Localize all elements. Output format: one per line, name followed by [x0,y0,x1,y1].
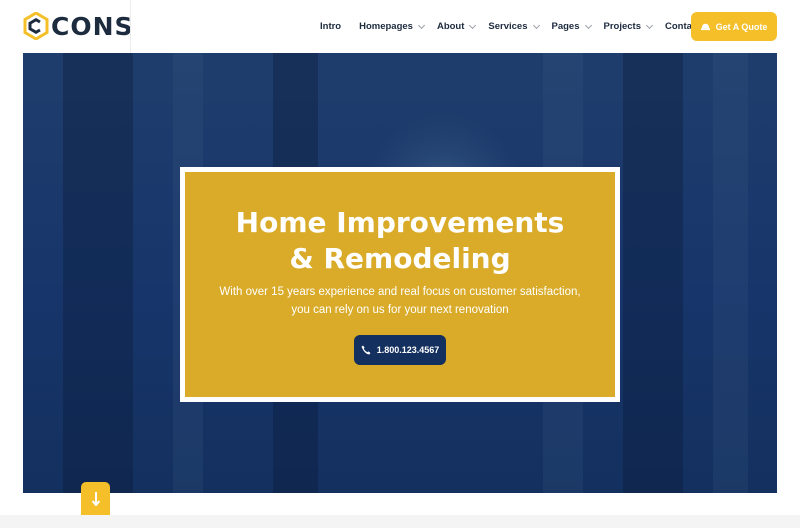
brand-logo[interactable]: CONS [23,10,134,42]
brand-name: CONS [51,11,134,41]
get-a-quote-label: Get A Quote [715,21,768,32]
c-hexagon-logo-icon [23,12,49,40]
chevron-down-icon [645,21,654,29]
nav-item-label: Homepages [359,21,413,32]
page-bottom-band [0,515,800,528]
nav-item-homepages[interactable]: Homepages [359,21,426,32]
chevron-down-icon [417,21,426,29]
nav-item-label: Projects [603,21,642,32]
site-header: CONS Intro Homepages About Services Page… [0,0,800,53]
background-pillar [63,53,133,493]
nav-item-intro[interactable]: Intro [320,21,341,32]
hard-hat-icon [700,23,710,31]
hero-card: Home Improvements & Remodeling With over… [180,167,620,402]
nav-item-label: Intro [320,21,342,32]
phone-number: 1.800.123.4567 [376,345,440,355]
main-nav: Intro Homepages About Services Pages Pro… [320,0,724,53]
nav-item-label: Pages [551,21,580,32]
hero-subtitle: With over 15 years experience and real f… [185,283,615,319]
nav-item-services[interactable]: Services [488,21,540,32]
arrow-down-icon [91,491,100,507]
chevron-down-icon [532,21,540,29]
hero-title-line: & Remodeling [289,242,511,275]
hero-subtitle-line: you can rely on us for your next renovat… [291,304,509,316]
nav-item-label: Services [488,21,528,32]
phone-call-button[interactable]: 1.800.123.4567 [354,335,446,365]
chevron-down-icon [584,21,592,29]
scroll-down-button[interactable] [81,482,110,515]
background-pillar [623,53,683,493]
nav-item-about[interactable]: About [436,21,477,32]
nav-item-pages[interactable]: Pages [551,21,592,32]
hero-section: Home Improvements & Remodeling With over… [23,53,777,493]
nav-item-label: About [436,21,465,32]
nav-item-projects[interactable]: Projects [603,21,654,32]
chevron-down-icon [469,21,477,29]
hero-title: Home Improvements & Remodeling [185,205,615,277]
header-divider [130,0,131,53]
background-pillar [713,53,748,493]
get-a-quote-button[interactable]: Get A Quote [691,12,777,41]
phone-icon [361,345,371,355]
hero-title-line: Home Improvements [235,206,565,239]
hero-subtitle-line: With over 15 years experience and real f… [219,286,581,298]
